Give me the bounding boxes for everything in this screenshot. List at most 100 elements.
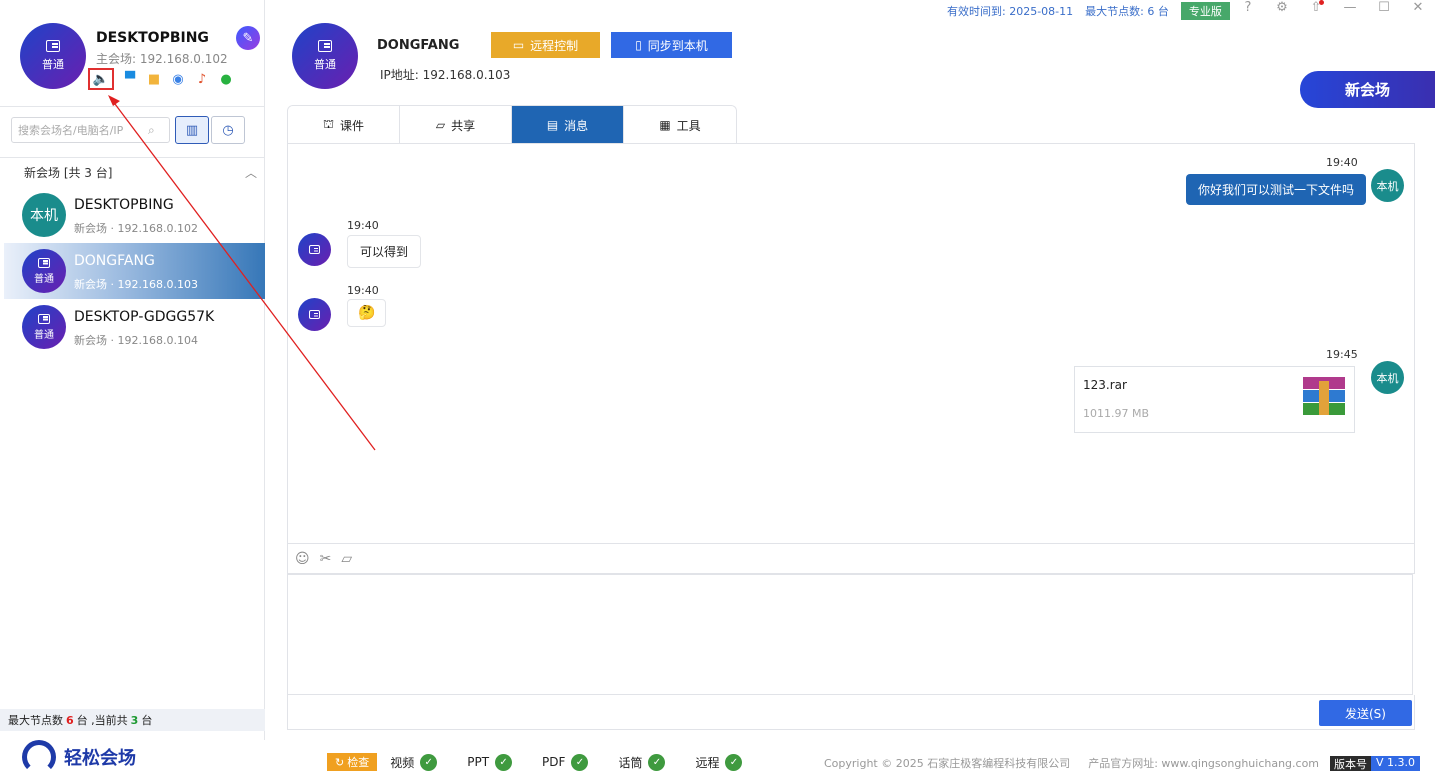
my-avatar: 本机 — [1371, 169, 1404, 202]
browser-icon[interactable]: ◉ — [170, 71, 186, 87]
message-time: 19:40 — [1326, 156, 1358, 169]
node-item-selected[interactable]: 普通 DONGFANG 新会场 · 192.168.0.103 — [4, 243, 265, 299]
node-count-status: 最大节点数 6 台 ,当前共 3 台 — [0, 709, 265, 731]
send-area — [287, 695, 1415, 730]
wechat-icon[interactable]: ● — [218, 71, 234, 87]
check-item: 远程 ✓ — [695, 753, 743, 771]
app-window: 普通 DESKTOPBING 主会场: 192.168.0.102 ✎ 🔈 ▀ … — [0, 0, 1435, 771]
message-list[interactable]: 19:40 你好我们可以测试一下文件吗 本机 19:40 可以得到 19:40 … — [287, 143, 1415, 543]
node-avatar: 本机 — [22, 193, 66, 237]
left-panel: 普通 DESKTOPBING 主会场: 192.168.0.102 ✎ 🔈 ▀ … — [0, 0, 265, 740]
tab-tools[interactable]: ▦ 工具 — [624, 106, 736, 144]
peer-name: DONGFANG — [377, 38, 460, 53]
folder-icon[interactable]: ▱ — [341, 551, 352, 567]
logo-text: 轻松会场 — [64, 748, 136, 769]
check-ok-icon: ✓ — [420, 753, 438, 771]
node-avatar: 普通 — [22, 305, 66, 349]
emoji-bubble[interactable]: 🤔 — [347, 299, 387, 327]
edit-icon[interactable]: ✎ — [236, 26, 260, 50]
window-controls: ? ⚙ ⇧ — ☐ ✕ — [1238, 0, 1428, 15]
folder-icon[interactable]: ■ — [146, 71, 162, 87]
search-box: ⌕ — [11, 117, 170, 143]
list-icon — [309, 310, 320, 319]
peer-ip: IP地址: 192.168.0.103 — [380, 68, 511, 82]
music-icon[interactable]: ♪ — [194, 71, 210, 87]
check-ok-icon: ✓ — [571, 753, 589, 771]
send-button[interactable]: 发送(S) — [1319, 700, 1412, 726]
self-name: DESKTOPBING — [96, 30, 209, 46]
remote-control-button[interactable]: ▭ 远程控制 — [491, 32, 600, 58]
list-icon — [46, 40, 60, 52]
rar-archive-icon — [1303, 377, 1345, 419]
check-item: 视频 ✓ — [390, 753, 438, 771]
clock-icon[interactable]: ◷ — [211, 116, 245, 144]
tab-messages[interactable]: ▤ 消息 — [512, 106, 624, 144]
chevron-up-icon[interactable]: ︿ — [245, 164, 257, 181]
list-icon — [38, 257, 50, 268]
group-label: 新会场 [共 3 台] — [24, 166, 113, 180]
my-avatar: 本机 — [1371, 361, 1404, 394]
tab-bar: ⛫ 课件 ▱ 共享 ▤ 消息 ▦ 工具 — [287, 105, 737, 144]
message-time: 19:40 — [347, 284, 379, 297]
sync-to-local-button[interactable]: ▯ 同步到本机 — [611, 32, 732, 58]
grid-icon: ▦ — [659, 118, 671, 132]
self-avatar[interactable]: 普通 — [20, 23, 86, 89]
app-logo: 轻松会场 — [22, 740, 136, 771]
new-venue-button[interactable]: 新会场 — [1300, 71, 1435, 108]
license-info: 有效时间到: 2025-08-11 最大节点数: 6 台 专业版 — [947, 2, 1230, 20]
valid-until: 有效时间到: 2025-08-11 — [947, 5, 1074, 18]
list-icon — [38, 313, 50, 324]
list-view-button[interactable]: ▥ — [175, 116, 209, 144]
tab-courseware[interactable]: ⛫ 课件 — [288, 106, 400, 144]
max-nodes: 最大节点数: 6 台 — [1085, 5, 1169, 18]
list-icon — [318, 40, 332, 52]
group-header[interactable]: 新会场 [共 3 台] ︿ — [0, 157, 265, 187]
message-bubble-in[interactable]: 可以得到 — [347, 235, 422, 268]
refresh-icon: ↻ — [335, 755, 345, 769]
podium-icon: ⛫ — [322, 117, 334, 131]
maximize-icon[interactable]: ☐ — [1374, 0, 1394, 15]
node-name: DONGFANG — [74, 253, 155, 269]
node-meta: 新会场 · 192.168.0.104 — [74, 334, 198, 347]
search-icon[interactable]: ⌕ — [148, 123, 155, 138]
message-input[interactable] — [288, 575, 1412, 694]
message-composer — [287, 574, 1413, 695]
upload-icon[interactable]: ⇧ — [1306, 0, 1326, 15]
peer-avatar: 普通 — [292, 23, 358, 89]
node-item[interactable]: 普通 DESKTOP-GDGG57K 新会场 · 192.168.0.104 — [4, 299, 265, 355]
message-time: 19:40 — [347, 219, 379, 232]
node-name: DESKTOP-GDGG57K — [74, 309, 215, 325]
search-input[interactable] — [18, 123, 148, 137]
check-ok-icon: ✓ — [725, 753, 743, 771]
check-ok-icon: ✓ — [495, 753, 513, 771]
monitor-icon: ▭ — [512, 38, 525, 52]
divider — [0, 106, 265, 107]
monitor-icon[interactable]: ▀ — [122, 71, 138, 87]
speaker-muted-icon[interactable]: 🔈 — [88, 68, 114, 90]
check-button[interactable]: ↻ 检查 — [327, 753, 378, 771]
check-item: PDF ✓ — [542, 753, 589, 771]
node-item[interactable]: 本机 DESKTOPBING 新会场 · 192.168.0.102 — [4, 187, 265, 243]
close-icon[interactable]: ✕ — [1408, 0, 1428, 15]
logo-icon — [22, 740, 56, 771]
node-name: DESKTOPBING — [74, 197, 174, 213]
minimize-icon[interactable]: — — [1340, 0, 1360, 15]
share-folder-icon: ▱ — [435, 118, 446, 132]
check-ok-icon: ✓ — [648, 753, 666, 771]
scissors-icon[interactable]: ✂ — [320, 551, 332, 567]
node-avatar: 普通 — [22, 249, 66, 293]
list-icon — [309, 245, 320, 254]
website-link[interactable]: 产品官方网址: www.qingsonghuichang.com — [1088, 755, 1319, 771]
check-item: PPT ✓ — [467, 753, 513, 771]
file-message-card[interactable]: 123.rar 1011.97 MB — [1074, 366, 1355, 433]
node-meta: 新会场 · 192.168.0.102 — [74, 222, 198, 235]
message-bubble-out[interactable]: 你好我们可以测试一下文件吗 — [1186, 174, 1367, 205]
peer-avatar-small — [298, 298, 331, 331]
help-icon[interactable]: ? — [1238, 0, 1258, 15]
gear-icon[interactable]: ⚙ — [1272, 0, 1292, 15]
message-time: 19:45 — [1326, 348, 1358, 361]
emoji-icon[interactable]: ☺ — [295, 551, 310, 567]
peer-avatar-small — [298, 233, 331, 266]
tab-share[interactable]: ▱ 共享 — [400, 106, 512, 144]
file-name: 123.rar — [1083, 378, 1127, 392]
